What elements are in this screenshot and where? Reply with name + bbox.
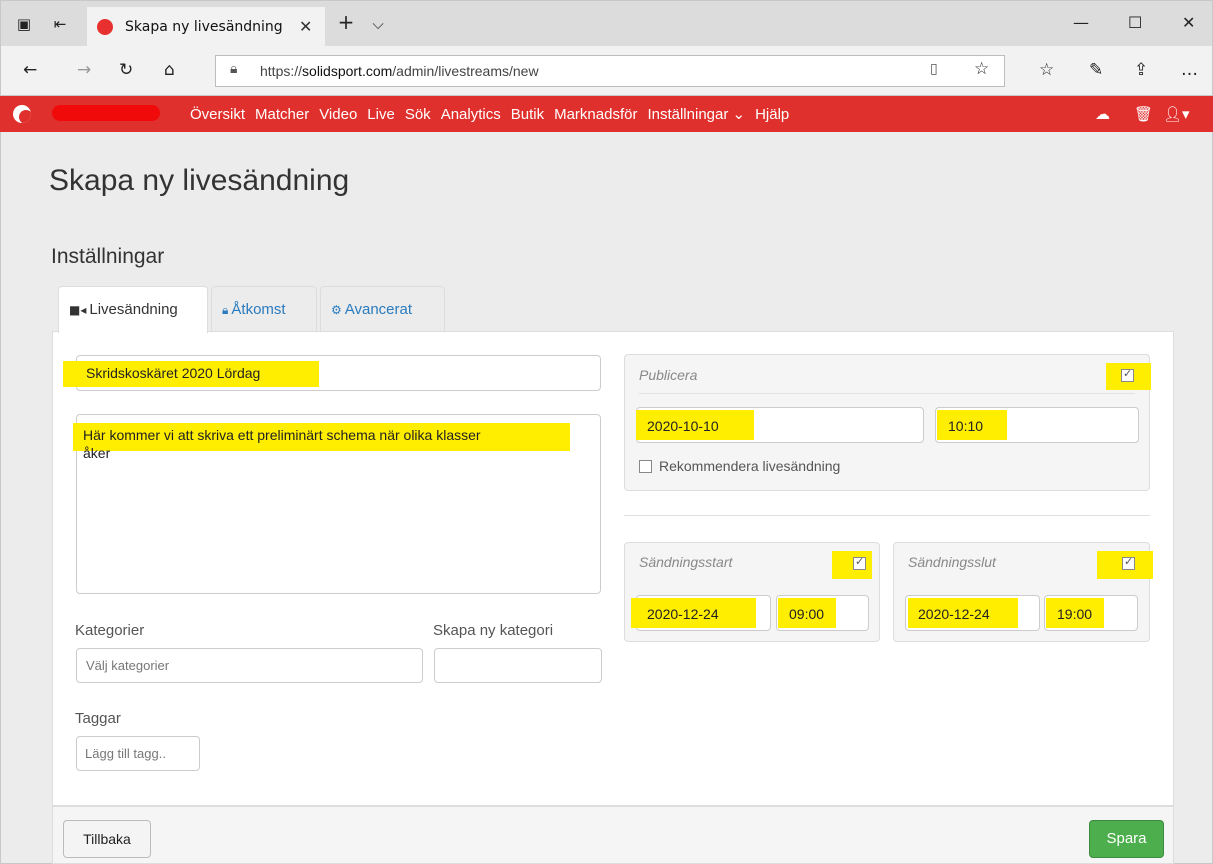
set-tabs-aside-icon[interactable]: ⇤	[51, 15, 69, 33]
section-title: Inställningar	[51, 245, 165, 268]
back-arrow-icon[interactable]: ←	[23, 60, 37, 80]
nav-link-installningar[interactable]: Inställningar ⌄	[647, 105, 745, 123]
lock-icon: 🔒︎	[222, 303, 229, 317]
maximize-icon[interactable]: ☐	[1128, 13, 1142, 32]
form-panel: Skridskoskäret 2020 Lördag Här kommer vi…	[52, 331, 1174, 806]
pen-icon[interactable]: ✎	[1089, 60, 1103, 80]
share-icon[interactable]: ⇪	[1134, 60, 1148, 80]
broadcast-end-label: Sändningsslut	[908, 554, 996, 570]
back-button[interactable]: Tillbaka	[63, 820, 151, 858]
broadcast-start-time-input[interactable]: 09:00	[776, 595, 869, 631]
url-text[interactable]: https://solidsport.com/admin/livestreams…	[260, 63, 539, 79]
minimize-icon[interactable]: —	[1073, 13, 1089, 32]
tab-livesandning[interactable]: ■◂ Livesändning	[58, 286, 208, 333]
broadcast-end-checkbox[interactable]	[1122, 555, 1135, 570]
new-category-input[interactable]	[434, 648, 602, 683]
broadcast-end-time-input[interactable]: 19:00	[1044, 595, 1138, 631]
publish-time-input[interactable]: 10:10	[935, 407, 1139, 443]
publish-box: Publicera 2020-10-10 10:10 Rekommendera …	[624, 354, 1151, 491]
nav-link-butik[interactable]: Butik	[511, 106, 544, 123]
reading-view-icon[interactable]: ▯	[930, 61, 938, 77]
solidsport-logo[interactable]	[13, 105, 31, 123]
broadcast-start-box: Sändningsstart 2020-12-24 09:00	[624, 542, 880, 642]
cloud-upload-icon[interactable]: ☁	[1095, 105, 1110, 123]
close-tab-icon[interactable]: ✕	[299, 17, 312, 36]
recommend-label: Rekommendera livesändning	[659, 458, 841, 474]
broadcast-start-label: Sändningsstart	[639, 554, 733, 570]
nav-link-video[interactable]: Video	[319, 106, 357, 123]
tab-actions-icon[interactable]: ▣	[15, 15, 33, 33]
publish-label: Publicera	[639, 367, 698, 383]
description-textarea[interactable]: Här kommer vi att skriva ett preliminärt…	[73, 414, 601, 594]
gear-icon: ⚙	[331, 303, 342, 317]
categories-label: Kategorier	[75, 622, 145, 639]
page-content: Skapa ny livesändning Inställningar ■◂ Li…	[0, 132, 1213, 864]
redacted-account-name	[52, 105, 160, 121]
browser-toolbar: ← → ↻ ⌂ 🔒︎ https://solidsport.com/admin/…	[0, 46, 1213, 96]
broadcast-start-date-input[interactable]: 2020-12-24	[631, 595, 771, 631]
refresh-icon[interactable]: ↻	[119, 60, 133, 80]
tags-label: Taggar	[75, 710, 121, 727]
publish-date-input[interactable]: 2020-10-10	[636, 407, 924, 443]
chevron-down-icon: ⌄	[732, 106, 746, 123]
favorites-list-icon[interactable]: ☆	[1039, 60, 1054, 80]
browser-tabstrip: ▣ ⇤ Skapa ny livesändning ✕ + ⌵ — ☐ ✕	[0, 0, 1213, 47]
tab-avancerat[interactable]: ⚙ Avancerat	[320, 286, 445, 332]
tab-atkomst[interactable]: 🔒︎ Åtkomst	[211, 286, 317, 332]
address-bar[interactable]: 🔒︎ https://solidsport.com/admin/livestre…	[215, 55, 1005, 87]
recommend-checkbox[interactable]	[639, 460, 652, 473]
main-menu: Översikt Matcher Video Live Sök Analytic…	[190, 96, 799, 132]
save-button[interactable]: Spara	[1089, 820, 1164, 858]
nav-link-oversikt[interactable]: Översikt	[190, 106, 245, 123]
nav-link-analytics[interactable]: Analytics	[441, 106, 501, 123]
forward-arrow-icon[interactable]: →	[77, 60, 91, 80]
more-options-icon[interactable]: …	[1181, 60, 1198, 80]
video-icon: ■◂	[69, 303, 87, 317]
browser-tab-active[interactable]: Skapa ny livesändning ✕	[87, 7, 325, 47]
nav-link-matcher[interactable]: Matcher	[255, 106, 309, 123]
user-menu-icon[interactable]: 👤︎▾	[1163, 105, 1190, 123]
nav-link-marknadsfor[interactable]: Marknadsför	[554, 106, 637, 123]
new-tab-icon[interactable]: +	[337, 12, 355, 32]
trash-icon[interactable]: 🗑︎	[1134, 105, 1153, 123]
livestream-name-input[interactable]: Skridskoskäret 2020 Lördag	[63, 355, 601, 391]
window-close-icon[interactable]: ✕	[1182, 13, 1195, 32]
tab-list-chevron-icon[interactable]: ⌵	[369, 15, 387, 33]
broadcast-end-date-input[interactable]: 2020-12-24	[905, 595, 1040, 631]
favorite-star-icon[interactable]: ☆	[974, 59, 989, 79]
categories-select[interactable]: Välj kategorier	[76, 648, 423, 683]
nav-link-sok[interactable]: Sök	[405, 106, 431, 123]
broadcast-start-checkbox[interactable]	[853, 555, 866, 570]
site-favicon-icon	[97, 19, 113, 35]
browser-tab-title: Skapa ny livesändning	[125, 19, 283, 35]
home-icon[interactable]: ⌂	[164, 60, 175, 80]
tags-input[interactable]: Lägg till tagg..	[76, 736, 200, 771]
nav-link-live[interactable]: Live	[367, 106, 395, 123]
divider	[639, 393, 1135, 394]
new-category-label: Skapa ny kategori	[433, 622, 554, 639]
form-footer: Tillbaka Spara	[52, 806, 1174, 864]
section-divider	[624, 515, 1150, 516]
broadcast-end-box: Sändningsslut 2020-12-24 19:00	[893, 542, 1153, 642]
lock-icon: 🔒︎	[230, 61, 238, 77]
publish-checkbox[interactable]	[1121, 367, 1134, 382]
page-title: Skapa ny livesändning	[49, 164, 350, 197]
site-navbar: Översikt Matcher Video Live Sök Analytic…	[0, 96, 1213, 132]
nav-link-hjalp[interactable]: Hjälp	[755, 106, 789, 123]
